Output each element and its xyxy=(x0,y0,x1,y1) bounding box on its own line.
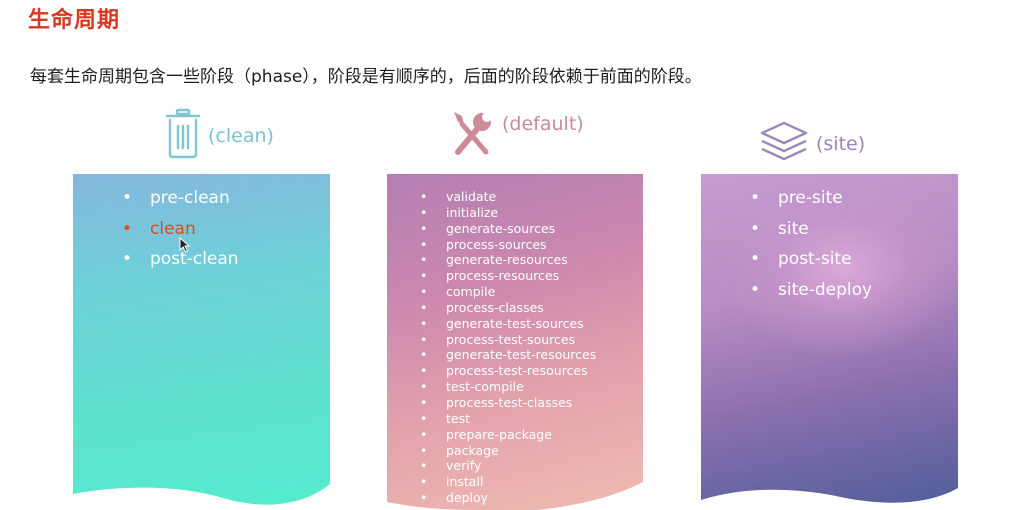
default-lifecycle-card: validate initialize generate-sources pro… xyxy=(387,174,643,510)
phase-item-process-classes: process-classes xyxy=(420,300,596,316)
default-header: (default) xyxy=(448,108,584,162)
phase-item-validate: validate xyxy=(420,189,596,205)
card-wave-edge xyxy=(387,482,643,510)
phase-item-prepare-package: prepare-package xyxy=(420,427,596,443)
page-subtitle: 每套生命周期包含一些阶段（phase），阶段是有顺序的，后面的阶段依赖于前面的阶… xyxy=(30,67,702,87)
phase-item-process-resources: process-resources xyxy=(420,268,596,284)
phase-item-compile: compile xyxy=(420,284,596,300)
clean-lifecycle-card: pre-clean clean post-clean xyxy=(73,174,330,510)
card-wave-edge xyxy=(73,484,330,510)
mouse-cursor-icon xyxy=(179,237,191,253)
phase-item-clean: clean xyxy=(122,214,239,245)
phase-item-post-clean: post-clean xyxy=(122,244,238,275)
phase-item-pre-site: pre-site xyxy=(750,183,872,214)
phase-item-pre-clean: pre-clean xyxy=(122,183,239,214)
phase-item-site: site xyxy=(750,214,872,245)
phase-item-site-deploy: site-deploy xyxy=(750,275,872,306)
site-lifecycle-card: pre-site site post-site site-deploy xyxy=(701,174,958,510)
clean-header: (clean) xyxy=(164,108,274,164)
wrench-screwdriver-icon xyxy=(448,108,496,162)
phase-item-test: test xyxy=(420,411,596,427)
phase-item-post-site: post-site xyxy=(750,244,872,275)
phase-item-process-test-resources: process-test-resources xyxy=(420,363,596,379)
clean-lifecycle-label: (clean) xyxy=(208,125,274,147)
phase-item-initialize: initialize xyxy=(420,205,596,221)
site-header: (site) xyxy=(758,120,865,168)
trash-icon xyxy=(164,108,202,164)
phase-item-test-compile: test-compile xyxy=(420,379,596,395)
phase-item-package: package xyxy=(420,443,596,459)
page-title: 生命周期 xyxy=(28,8,121,33)
default-phase-list: validate initialize generate-sources pro… xyxy=(420,189,596,506)
clean-phase-list: pre-clean clean post-clean xyxy=(122,183,239,275)
default-lifecycle-label: (default) xyxy=(502,113,584,135)
phase-item-generate-test-resources: generate-test-resources xyxy=(420,347,596,363)
phase-item-process-test-sources: process-test-sources xyxy=(420,332,596,348)
phase-item-generate-test-sources: generate-test-sources xyxy=(420,316,596,332)
phase-item-verify: verify xyxy=(420,458,596,474)
phase-item-generate-resources: generate-resources xyxy=(420,252,596,268)
phase-item-generate-sources: generate-sources xyxy=(420,221,596,237)
card-wave-edge xyxy=(701,488,958,510)
phase-item-process-test-classes: process-test-classes xyxy=(420,395,596,411)
site-lifecycle-label: (site) xyxy=(816,133,866,155)
phase-item-process-sources: process-sources xyxy=(420,237,596,253)
layers-icon xyxy=(758,120,810,168)
site-phase-list: pre-site site post-site site-deploy xyxy=(750,183,872,306)
